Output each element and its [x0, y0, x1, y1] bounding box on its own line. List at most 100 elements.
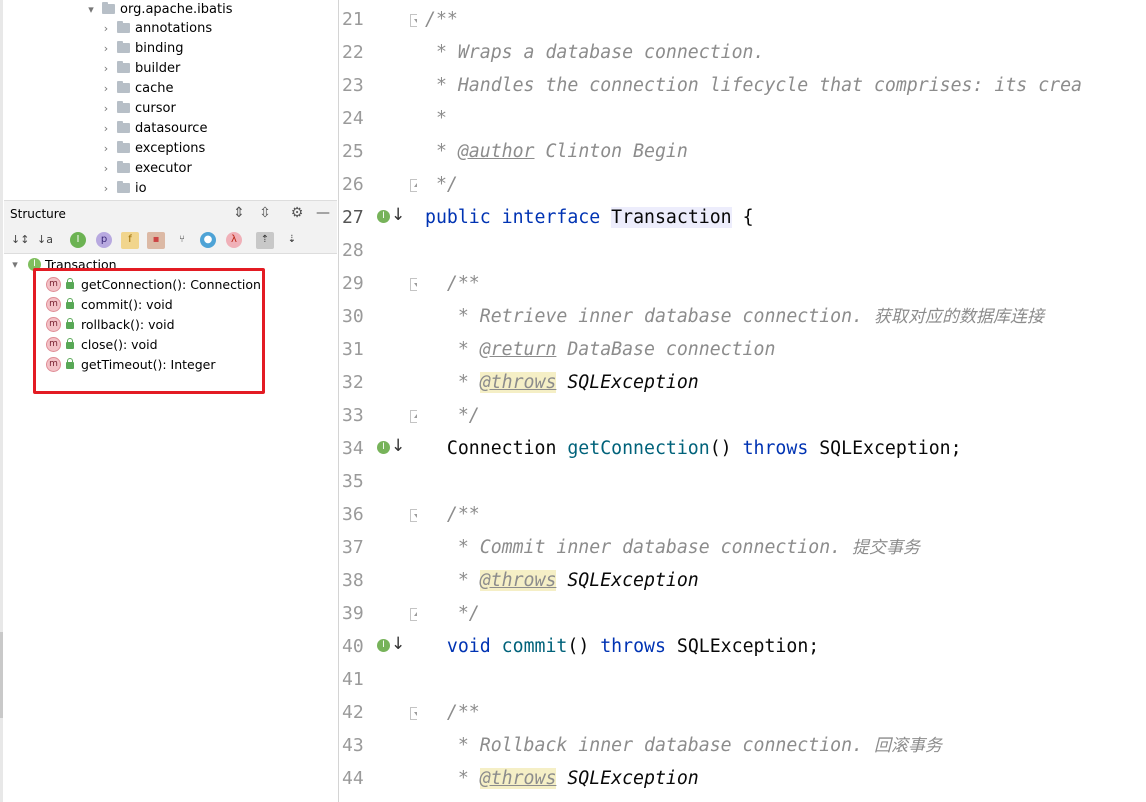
down-arrow-icon: ↓: [391, 634, 406, 654]
line-number: 43: [342, 735, 364, 756]
package-icon: [117, 101, 130, 113]
tree-item-annotations[interactable]: › annotations: [99, 18, 212, 38]
return-type: Connection: [425, 438, 568, 459]
tree-item-executor[interactable]: › executor: [99, 158, 192, 178]
down-arrow-icon: ↓: [391, 436, 406, 456]
hierarchy-icon[interactable]: ⑂: [174, 232, 190, 248]
tree-item-cursor[interactable]: › cursor: [99, 98, 176, 118]
tree-item-label: annotations: [135, 20, 213, 36]
tree-item-datasource[interactable]: › datasource: [99, 118, 208, 138]
javadoc-tag: @return: [479, 339, 557, 360]
keyword: public: [425, 207, 491, 228]
lambda-icon[interactable]: λ: [226, 232, 242, 248]
chevron-down-icon[interactable]: ▾: [84, 3, 98, 16]
tree-item-builder[interactable]: › builder: [99, 58, 181, 78]
structure-title: Structure: [10, 207, 66, 221]
collapse-all-icon[interactable]: ⇳: [257, 205, 273, 221]
chevron-right-icon[interactable]: ›: [99, 42, 113, 55]
project-root-label: org.apache.ibatis: [120, 1, 233, 17]
line-number: 21: [342, 9, 364, 30]
line-number: 33: [342, 405, 364, 426]
gear-icon[interactable]: ⚙: [289, 205, 305, 221]
tree-item-label: io: [135, 180, 147, 196]
project-root-node[interactable]: ▾ org.apache.ibatis: [84, 0, 232, 19]
chevron-right-icon[interactable]: ›: [99, 182, 113, 195]
structure-toolbar: ↓↕ ↓a I p f ▪ ⑂ ● λ ⇡ ⇣: [4, 227, 337, 254]
code-line-22: * Wraps a database connection.: [425, 42, 765, 63]
line-number: 41: [342, 669, 364, 690]
minimize-icon[interactable]: —: [315, 205, 331, 221]
code-line-37: * Commit inner database connection. 提交事务: [425, 531, 920, 564]
line-number: 39: [342, 603, 364, 624]
package-icon: [117, 161, 130, 173]
implementations-gutter-icon[interactable]: I ↓: [377, 205, 405, 229]
highlight-annotation-box: [33, 268, 265, 394]
comment-text: * Commit inner database connection.: [425, 537, 853, 558]
interface-icon: I: [377, 441, 390, 454]
comment-text: *: [425, 570, 480, 591]
comment-chinese-text: 获取对应的数据库连接: [873, 307, 1044, 327]
code-line-27: public interface Transaction {: [425, 201, 754, 234]
comment-text: *: [425, 141, 458, 162]
show-inherited-icon[interactable]: I: [70, 232, 86, 248]
implementations-gutter-icon[interactable]: I ↓: [377, 634, 405, 658]
chevron-right-icon[interactable]: ›: [99, 22, 113, 35]
code-line-24: *: [425, 108, 447, 129]
chevron-down-icon[interactable]: ▾: [8, 258, 22, 271]
chevron-right-icon[interactable]: ›: [99, 162, 113, 175]
code-line-36: /**: [425, 504, 480, 525]
line-number: 32: [342, 372, 364, 393]
chevron-right-icon[interactable]: ›: [99, 82, 113, 95]
code-line-40: void commit() throws SQLException;: [425, 630, 819, 663]
line-number: 28: [342, 240, 364, 261]
interface-name: Transaction: [611, 207, 732, 228]
package-icon: [117, 181, 130, 193]
line-number: 24: [342, 108, 364, 129]
package-icon: [117, 121, 130, 133]
code-line-34: Connection getConnection() throws SQLExc…: [425, 432, 962, 465]
sort-alphabetically-icon[interactable]: ↓a: [37, 232, 53, 248]
package-icon: [117, 21, 130, 33]
tree-item-binding[interactable]: › binding: [99, 38, 184, 58]
tree-item-label: exceptions: [135, 140, 206, 156]
line-number: 31: [342, 339, 364, 360]
javadoc-tag: @throws: [479, 570, 557, 591]
code-line-42: /**: [425, 702, 480, 723]
parens: (): [567, 636, 601, 657]
line-number: 35: [342, 471, 364, 492]
code-line-25: * @author Clinton Begin: [425, 135, 688, 168]
tree-item-label: builder: [135, 60, 181, 76]
line-number: 23: [342, 75, 364, 96]
keyword: interface: [501, 207, 601, 228]
tree-item-io[interactable]: › io: [99, 178, 147, 198]
method-name: getConnection: [567, 438, 710, 459]
line-number: 40: [342, 636, 364, 657]
autoscroll-from-source-icon[interactable]: ⇣: [284, 232, 300, 248]
scroll-thumb[interactable]: [0, 632, 3, 718]
interface-icon: I: [377, 210, 390, 223]
chevron-right-icon[interactable]: ›: [99, 102, 113, 115]
show-properties-icon[interactable]: p: [96, 232, 112, 248]
package-icon: [117, 141, 130, 153]
implementations-gutter-icon[interactable]: I ↓: [377, 436, 405, 460]
javadoc-tag: @throws: [479, 372, 557, 393]
code-editor[interactable]: /** * Wraps a database connection. * Han…: [417, 0, 1146, 802]
code-line-26: */: [425, 174, 458, 195]
chevron-right-icon[interactable]: ›: [99, 62, 113, 75]
line-number: 26: [342, 174, 364, 195]
line-number: 29: [342, 273, 364, 294]
chevron-right-icon[interactable]: ›: [99, 142, 113, 155]
package-icon: [117, 61, 130, 73]
expand-all-icon[interactable]: ⇕: [231, 205, 247, 221]
code-line-43: * Rollback inner database connection. 回滚…: [425, 729, 942, 762]
chevron-right-icon[interactable]: ›: [99, 122, 113, 135]
anonymous-classes-icon[interactable]: ●: [200, 232, 216, 248]
tree-item-exceptions[interactable]: › exceptions: [99, 138, 206, 158]
line-number: 30: [342, 306, 364, 327]
line-number: 44: [342, 768, 364, 789]
tree-item-cache[interactable]: › cache: [99, 78, 174, 98]
sort-by-visibility-icon[interactable]: ↓↕: [11, 232, 29, 248]
exception-name: SQLException: [556, 768, 699, 789]
exception-name: SQLException: [556, 372, 699, 393]
line-number: 27: [342, 207, 364, 228]
